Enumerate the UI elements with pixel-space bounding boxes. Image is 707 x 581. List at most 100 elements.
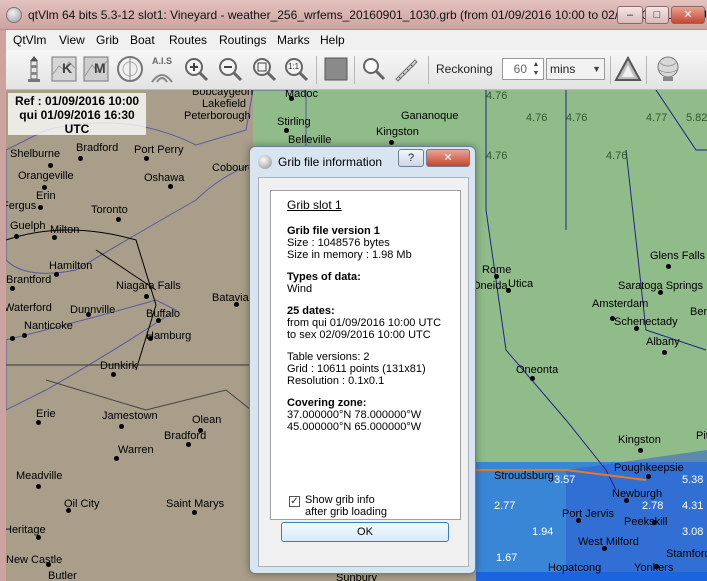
city-label: Madoc [285, 90, 319, 100]
memory-text: Size in memory : 1.98 Mb [287, 249, 412, 261]
covering-heading: Covering zone: [287, 397, 367, 409]
city-dot [36, 484, 41, 489]
city-label: Stamford [666, 548, 707, 560]
city-label: Batavia [212, 292, 249, 304]
city-dot [638, 448, 643, 453]
ruler-icon[interactable] [392, 54, 420, 84]
globe-icon[interactable] [654, 54, 682, 84]
grib-value: 4.31 [682, 500, 704, 512]
dates-heading: 25 dates: [287, 305, 335, 317]
city-label: Oshawa [144, 172, 185, 184]
menu-routes[interactable]: Routes [169, 33, 207, 47]
city-label: Port Jervis [562, 508, 614, 520]
grib-value: 4.77 [646, 112, 668, 124]
lighthouse-icon[interactable] [20, 54, 48, 84]
city-label: Kingston [376, 126, 419, 138]
city-label: Kingston [618, 434, 661, 446]
menu-routings[interactable]: Routings [219, 33, 266, 47]
city-label: Albany [646, 336, 680, 348]
city-label: Schenectady [614, 316, 678, 328]
city-label: Lakefield [202, 98, 247, 110]
spin-arrows-icon[interactable]: ▲ ▼ [530, 60, 542, 78]
m-map-icon[interactable]: M [82, 54, 110, 84]
toolbar-separator [610, 56, 611, 84]
menu-bar: QtVlm View Grib Boat Routes Routings Mar… [6, 30, 707, 50]
ais-icon[interactable]: A.I.S [148, 54, 176, 84]
reckoning-spinbox[interactable]: 60 ▲ ▼ [502, 58, 544, 80]
city-label: Waterford [6, 302, 52, 314]
gray-square-icon[interactable] [322, 54, 350, 84]
unit-value: mins [550, 62, 576, 76]
maximize-button[interactable]: □ [645, 6, 669, 24]
show-grib-info-checkbox[interactable]: ✓ [289, 496, 300, 507]
title-bar[interactable]: qtVlm 64 bits 5.3-12 slot1: Vineyard - w… [0, 0, 707, 30]
resolution-text: Resolution : 0.1x0.1 [287, 375, 385, 387]
menu-help[interactable]: Help [320, 33, 345, 47]
zoom-reset-icon[interactable]: 1:1 [282, 54, 310, 84]
warning-triangle-icon[interactable] [614, 54, 642, 84]
city-label: Utica [508, 278, 534, 290]
zoom-out-icon[interactable] [216, 54, 244, 84]
compass-icon[interactable] [116, 54, 144, 84]
city-label: New Castle [6, 554, 63, 566]
city-label: Butler [48, 570, 77, 581]
grid-text: Grid : 10611 points (131x81) [287, 363, 426, 375]
city-label: Oil City [64, 498, 100, 510]
show-grib-line-1: Show grib info [305, 494, 375, 506]
zoom-fit-icon[interactable] [250, 54, 278, 84]
city-label: Glens Falls [650, 250, 706, 262]
city-dot [78, 156, 83, 161]
m-map-label: M [94, 60, 106, 76]
zoom-reset-label: 1:1 [288, 62, 300, 71]
date-from-text: from qui 01/09/2016 10:00 UTC [287, 317, 442, 329]
cover-line-2: 45.000000°N 65.000000°W [287, 421, 422, 433]
minimize-button[interactable]: – [617, 6, 643, 24]
city-label: Nanticoke [24, 320, 73, 332]
city-dot [14, 234, 19, 239]
city-label: Amsterdam [592, 298, 649, 310]
menu-qtvlm[interactable]: QtVlm [13, 33, 46, 47]
toolbar: K M A.I.S 1:1 Reckoning 60 ▲ ▼ mins ▼ [6, 50, 707, 90]
date-to-text: to sex 02/09/2016 10:00 UTC [287, 329, 431, 341]
grib-info-dialog: Grib file information ? ✕ Grib slot 1 Gr… [249, 146, 476, 574]
types-text: Wind [287, 283, 313, 295]
menu-view[interactable]: View [59, 33, 85, 47]
grib-info-panel: Grib slot 1 Grib file version 1 Size : 1… [270, 190, 461, 520]
ref-line-3: UTC [64, 122, 90, 136]
dialog-close-button[interactable]: ✕ [426, 149, 470, 167]
city-label: Shelburne [10, 148, 61, 160]
city-label: Bobcaygeon [192, 90, 254, 98]
city-dot [192, 510, 197, 515]
city-dot [144, 156, 149, 161]
size-text: Size : 1048576 bytes [287, 237, 390, 249]
grib-value: 5.82 [686, 112, 707, 124]
city-label: Meadville [16, 470, 63, 482]
unit-combobox[interactable]: mins ▼ [546, 58, 605, 80]
city-dot [666, 264, 671, 269]
help-button[interactable]: ? [398, 149, 424, 167]
toolbar-separator [316, 56, 317, 84]
city-label: Hamilton [49, 260, 93, 272]
window-title: qtVlm 64 bits 5.3-12 slot1: Vineyard - w… [28, 8, 707, 22]
ok-button[interactable]: OK [281, 522, 449, 542]
grib-value: 3.57 [554, 474, 576, 486]
close-button[interactable]: ✕ [671, 6, 705, 24]
city-label: Brantford [6, 274, 52, 286]
qtvlm-icon [258, 155, 272, 169]
magnifier-icon[interactable] [360, 54, 388, 84]
city-label: Heritage [6, 524, 46, 536]
city-label: West Milford [578, 536, 639, 548]
app-icon [6, 7, 22, 23]
menu-marks[interactable]: Marks [277, 33, 310, 47]
menu-boat[interactable]: Boat [130, 33, 155, 47]
chevron-down-icon: ▼ [592, 64, 601, 74]
city-label: Stroudsburg [494, 470, 554, 482]
city-label: Bradford [164, 430, 207, 442]
city-label: Dunnville [70, 304, 116, 316]
k-map-icon[interactable]: K [50, 54, 78, 84]
menu-grib[interactable]: Grib [96, 33, 119, 47]
zoom-in-icon[interactable] [182, 54, 210, 84]
city-label: Pittsfield [696, 430, 707, 442]
reference-time-box: Ref : 01/09/2016 10:00 qui 01/09/2016 16… [8, 93, 146, 136]
city-label: Milton [50, 224, 80, 236]
